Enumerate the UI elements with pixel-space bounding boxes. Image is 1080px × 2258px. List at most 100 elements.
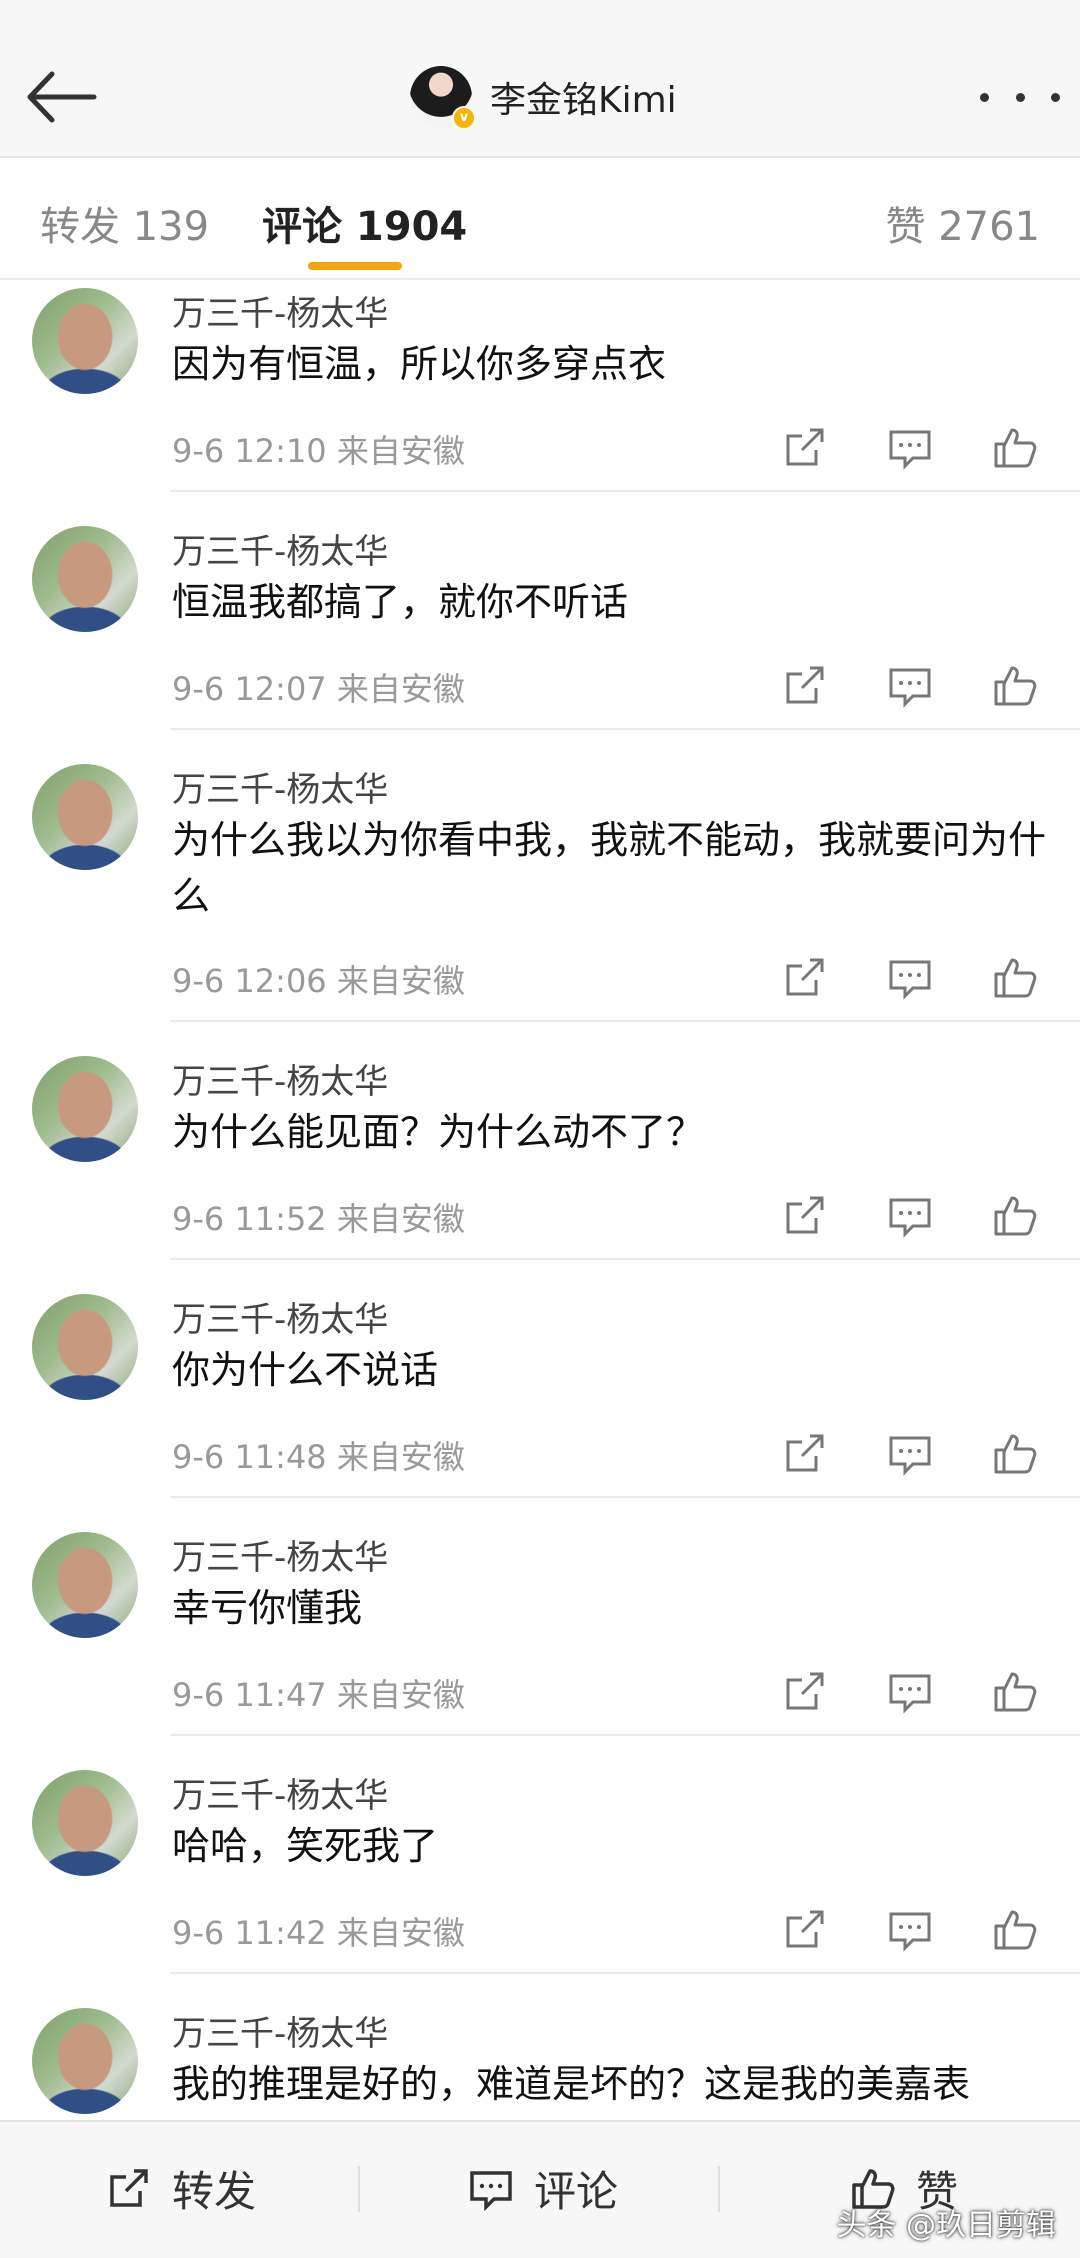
- divider: [170, 1972, 1080, 1974]
- comment-text: 你为什么不说话: [172, 1348, 439, 1392]
- verified-badge: v: [452, 106, 476, 130]
- arrow-left-icon: [27, 71, 97, 123]
- avatar[interactable]: [32, 288, 138, 394]
- thumbs-up-icon[interactable]: [990, 1666, 1040, 1716]
- comment-icon[interactable]: [885, 1428, 935, 1478]
- comment-item: 万三千-杨太华 恒温我都搞了，就你不听话 9-6 12:07 来自安徽: [0, 520, 1080, 758]
- top-bar: v 李金铭Kimi: [0, 0, 1080, 158]
- comment-icon: [470, 2171, 512, 2212]
- comment-icon[interactable]: [885, 422, 935, 472]
- comment-text: 恒温我都搞了，就你不听话: [172, 580, 629, 624]
- more-dots-icon: [980, 92, 989, 102]
- share-icon[interactable]: [780, 1904, 830, 1954]
- comment-icon[interactable]: [885, 952, 935, 1002]
- divider: [170, 1496, 1080, 1498]
- tab-repost[interactable]: 转发 139: [40, 194, 209, 252]
- comment-text: 为什么我以为你看中我，我就不能动，我就要问为什么: [172, 818, 1047, 918]
- comment-time: 9-6 12:10: [172, 432, 327, 470]
- avatar[interactable]: [32, 2008, 138, 2114]
- comment-actions: [780, 1666, 1060, 1716]
- comment-source: 来自安徽: [336, 432, 465, 470]
- comment-meta: 9-6 12:06 来自安徽: [172, 956, 465, 1002]
- share-icon[interactable]: [780, 1190, 830, 1240]
- thumbs-up-icon[interactable]: [990, 952, 1040, 1002]
- thumbs-up-icon[interactable]: [990, 1190, 1040, 1240]
- comment-actions: [780, 1904, 1060, 1954]
- comment-time: 9-6 11:52: [172, 1200, 327, 1238]
- thumbs-up-icon[interactable]: [990, 1904, 1040, 1954]
- tab-like[interactable]: 赞 2761: [885, 194, 1040, 252]
- comment-meta: 9-6 11:42 来自安徽: [172, 1908, 465, 1954]
- active-tab-indicator: [308, 262, 402, 270]
- comment-time: 9-6 11:48: [172, 1438, 327, 1476]
- comment-actions: [780, 1190, 1060, 1240]
- page-title: 李金铭Kimi: [490, 80, 677, 121]
- tab-bar: 转发 139 评论 1904 赞 2761: [0, 158, 1080, 280]
- profile-title[interactable]: v 李金铭Kimi: [410, 62, 677, 132]
- comment-user[interactable]: 万三千-杨太华: [172, 1768, 388, 1817]
- comment-item: 万三千-杨太华 幸亏你懂我 9-6 11:47 来自安徽: [0, 1526, 1080, 1764]
- share-icon[interactable]: [780, 422, 830, 472]
- comment-source: 来自安徽: [336, 670, 465, 708]
- comment-item: 万三千-杨太华 我的推理是好的，难道是坏的？这是我的美嘉表: [0, 2002, 1080, 2120]
- avatar[interactable]: [32, 1532, 138, 1638]
- more-dot: [1051, 92, 1060, 102]
- comment-source: 来自安徽: [336, 1914, 465, 1952]
- comment-meta: 9-6 11:52 来自安徽: [172, 1194, 465, 1240]
- comment-user[interactable]: 万三千-杨太华: [172, 1054, 388, 1103]
- comment-list[interactable]: 万三千-杨太华 因为有恒温，所以你多穿点衣 9-6 12:10 来自安徽 万三千…: [0, 280, 1080, 2120]
- comment-time: 9-6 12:07: [172, 670, 327, 708]
- avatar[interactable]: v: [410, 66, 476, 130]
- divider: [358, 2166, 360, 2212]
- comment-time: 9-6 12:06: [172, 962, 327, 1000]
- avatar[interactable]: [32, 1056, 138, 1162]
- share-icon[interactable]: [780, 952, 830, 1002]
- avatar[interactable]: [32, 1770, 138, 1876]
- comment-meta: 9-6 12:10 来自安徽: [172, 426, 465, 472]
- comment-meta: 9-6 11:47 来自安徽: [172, 1670, 465, 1716]
- avatar[interactable]: [32, 764, 138, 870]
- comment-time: 9-6 11:47: [172, 1676, 327, 1714]
- divider: [718, 2166, 720, 2212]
- divider: [170, 1734, 1080, 1736]
- share-icon: [110, 2169, 148, 2207]
- repost-button[interactable]: 转发: [104, 2160, 256, 2216]
- avatar[interactable]: [32, 526, 138, 632]
- share-icon[interactable]: [780, 1666, 830, 1716]
- comment-user[interactable]: 万三千-杨太华: [172, 1530, 388, 1579]
- comment-actions: [780, 952, 1060, 1002]
- comment-icon[interactable]: [885, 1190, 935, 1240]
- comment-actions: [780, 422, 1060, 472]
- comment-icon[interactable]: [885, 1666, 935, 1716]
- comment-item: 万三千-杨太华 为什么能见面？为什么动不了？ 9-6 11:52 来自安徽: [0, 1050, 1080, 1288]
- divider: [170, 1020, 1080, 1022]
- comment-text: 我的推理是好的，难道是坏的？这是我的美嘉表: [172, 2062, 971, 2106]
- comment-icon[interactable]: [885, 1904, 935, 1954]
- comment-button[interactable]: 评论: [466, 2160, 618, 2216]
- more-button[interactable]: [980, 80, 1060, 114]
- thumbs-up-icon[interactable]: [990, 1428, 1040, 1478]
- comment-user[interactable]: 万三千-杨太华: [172, 1292, 388, 1341]
- comment-text: 幸亏你懂我: [172, 1586, 363, 1630]
- comment-icon[interactable]: [885, 660, 935, 710]
- comment-meta: 9-6 11:48 来自安徽: [172, 1432, 465, 1478]
- comment-actions: [780, 660, 1060, 710]
- comment-text: 因为有恒温，所以你多穿点衣: [172, 342, 667, 386]
- comment-source: 来自安徽: [336, 1676, 465, 1714]
- comment-user[interactable]: 万三千-杨太华: [172, 286, 388, 335]
- comment-meta: 9-6 12:07 来自安徽: [172, 664, 465, 710]
- share-icon[interactable]: [780, 1428, 830, 1478]
- share-icon[interactable]: [780, 660, 830, 710]
- comment-source: 来自安徽: [336, 962, 465, 1000]
- thumbs-up-icon[interactable]: [990, 422, 1040, 472]
- comment-item: 万三千-杨太华 你为什么不说话 9-6 11:48 来自安徽: [0, 1288, 1080, 1526]
- comment-user[interactable]: 万三千-杨太华: [172, 2006, 388, 2055]
- comment-text: 为什么能见面？为什么动不了？: [172, 1110, 705, 1154]
- comment-time: 9-6 11:42: [172, 1914, 327, 1952]
- thumbs-up-icon[interactable]: [990, 660, 1040, 710]
- comment-user[interactable]: 万三千-杨太华: [172, 762, 388, 811]
- comment-label: 评论: [534, 2166, 619, 2216]
- back-button[interactable]: [22, 62, 102, 132]
- avatar[interactable]: [32, 1294, 138, 1400]
- comment-user[interactable]: 万三千-杨太华: [172, 524, 388, 573]
